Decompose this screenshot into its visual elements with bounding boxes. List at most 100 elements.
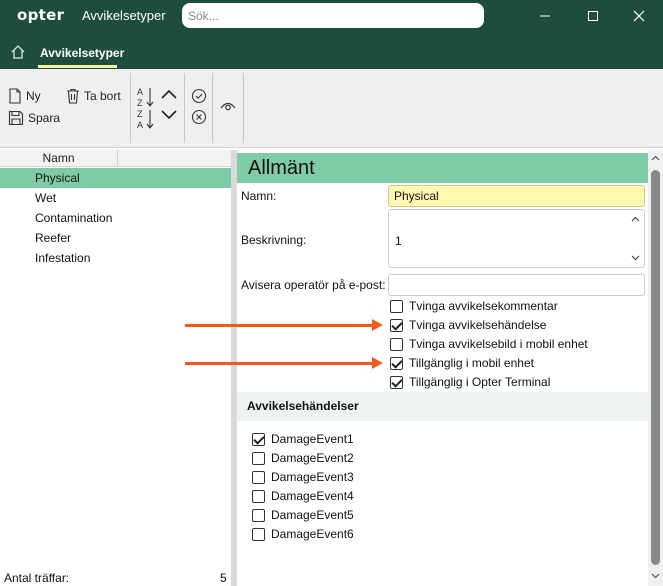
annotation-arrow-head [372, 319, 383, 331]
list-item[interactable]: Infestation [0, 248, 231, 268]
checkbox-label: DamageEvent2 [271, 451, 354, 465]
scroll-down-arrow-icon[interactable] [651, 573, 660, 579]
checkbox-label: Tillgänglig i Opter Terminal [409, 375, 551, 389]
save-button[interactable]: Spara [8, 110, 60, 126]
event-checkbox[interactable]: DamageEvent4 [252, 489, 354, 503]
checkbox-label: Tvinga avvikelsebild i mobil enhet [409, 337, 588, 351]
scroll-down-button[interactable] [628, 251, 642, 265]
minimize-button[interactable] [522, 0, 568, 32]
new-button-label: Ny [26, 89, 41, 103]
svg-text:A: A [137, 87, 143, 97]
list-header: Namn [0, 150, 231, 167]
new-document-icon [9, 88, 21, 104]
hit-count-label: Antal träffar: [4, 571, 70, 585]
close-window-button[interactable] [616, 0, 662, 32]
list-item[interactable]: Physical [0, 168, 231, 188]
tab-avvikelsetyper[interactable]: Avvikelsetyper [40, 46, 124, 60]
details-panel: Allmänt Namn: Beskrivning: 1 Avisera ope… [237, 150, 648, 586]
close-icon [633, 10, 645, 22]
checkbox-label: DamageEvent3 [271, 470, 354, 484]
checkbox-label: Tvinga avvikelsehändelse [409, 318, 547, 332]
app-logo: opter [17, 6, 65, 24]
checkbox-box [252, 470, 265, 484]
force-event-checkbox[interactable]: Tvinga avvikelsehändelse [390, 318, 546, 332]
toolbar-ribbon: Ny Ta bort Spara A Z Z A [0, 69, 663, 148]
event-checkbox[interactable]: DamageEvent2 [252, 451, 354, 465]
maximize-button[interactable] [570, 0, 616, 32]
maximize-icon [588, 11, 598, 21]
checkbox-box [390, 337, 403, 351]
event-checkbox[interactable]: DamageEvent3 [252, 470, 354, 484]
list-item[interactable]: Wet [0, 188, 231, 208]
description-value: 1 [395, 234, 402, 248]
svg-text:Z: Z [137, 98, 143, 108]
event-checkbox[interactable]: DamageEvent5 [252, 508, 354, 522]
force-comment-checkbox[interactable]: Tvinga avvikelsekommentar [390, 299, 558, 313]
checkbox-box [390, 356, 403, 370]
description-label: Beskrivning: [241, 233, 307, 247]
checkbox-box [252, 508, 265, 522]
svg-text:A: A [137, 120, 143, 130]
move-up-icon[interactable] [160, 88, 178, 100]
checkbox-box [390, 318, 403, 332]
eye-icon[interactable] [219, 99, 237, 113]
save-icon [8, 110, 24, 126]
search-input[interactable] [182, 3, 484, 28]
deviation-type-list: Namn Physical Wet Contamination Reefer I… [0, 150, 231, 586]
annotation-arrow-head [372, 357, 383, 369]
ribbon-separator [184, 73, 185, 143]
available-mobile-checkbox[interactable]: Tillgänglig i mobil enhet [390, 356, 534, 370]
svg-text:Z: Z [137, 109, 143, 119]
available-terminal-checkbox[interactable]: Tillgänglig i Opter Terminal [390, 375, 550, 389]
checkbox-label: DamageEvent5 [271, 508, 354, 522]
scroll-up-arrow-icon[interactable] [651, 155, 660, 161]
email-field[interactable] [388, 274, 645, 296]
checkbox-label: Tvinga avvikelsekommentar [409, 299, 558, 313]
window-title: Avvikelsetyper [82, 8, 166, 23]
annotation-arrow-shaft [185, 362, 373, 365]
delete-button[interactable]: Ta bort [66, 88, 121, 104]
vertical-scrollbar[interactable] [648, 150, 663, 586]
ribbon-separator [243, 73, 244, 143]
sort-descending-icon[interactable]: Z A [137, 108, 155, 130]
section-title: Allmänt [237, 153, 648, 183]
checkbox-label: Tillgänglig i mobil enhet [409, 356, 534, 370]
list-item[interactable]: Contamination [0, 208, 231, 228]
column-header-name[interactable]: Namn [0, 150, 118, 167]
annotation-arrow-shaft [185, 324, 373, 327]
scroll-up-button[interactable] [628, 212, 642, 226]
name-label: Namn: [241, 189, 277, 203]
force-image-checkbox[interactable]: Tvinga avvikelsebild i mobil enhet [390, 337, 588, 351]
checkbox-label: DamageEvent1 [271, 432, 354, 446]
checkbox-label: DamageEvent6 [271, 527, 354, 541]
home-icon[interactable] [10, 44, 26, 60]
scrollbar-thumb[interactable] [651, 170, 660, 565]
event-checkbox[interactable]: DamageEvent1 [252, 432, 354, 446]
sort-ascending-icon[interactable]: A Z [137, 86, 155, 108]
description-field[interactable]: 1 [388, 209, 645, 268]
title-bar: opter Avvikelsetyper [0, 0, 663, 32]
accept-icon[interactable] [191, 88, 207, 104]
list-item[interactable]: Reefer [0, 228, 231, 248]
trash-icon [67, 88, 79, 104]
nav-bar: Avvikelsetyper [0, 32, 663, 69]
checkbox-box [390, 299, 403, 313]
hit-count-value: 5 [220, 571, 227, 585]
checkbox-box [390, 375, 403, 389]
event-checkbox[interactable]: DamageEvent6 [252, 527, 354, 541]
events-section-title: Avvikelsehändelser [237, 392, 648, 421]
delete-button-label: Ta bort [84, 89, 121, 103]
checkbox-box [252, 451, 265, 465]
active-tab-indicator [38, 65, 117, 68]
checkbox-box [252, 527, 265, 541]
minimize-icon [540, 15, 550, 17]
move-down-icon[interactable] [160, 109, 178, 121]
new-button[interactable]: Ny [8, 88, 41, 104]
checkbox-label: DamageEvent4 [271, 489, 354, 503]
chevron-up-icon [631, 216, 639, 222]
save-button-label: Spara [28, 111, 61, 125]
reject-icon[interactable] [191, 109, 207, 125]
name-field[interactable] [388, 185, 645, 207]
email-label: Avisera operatör på e-post: [241, 278, 386, 292]
checkbox-box [252, 432, 265, 446]
